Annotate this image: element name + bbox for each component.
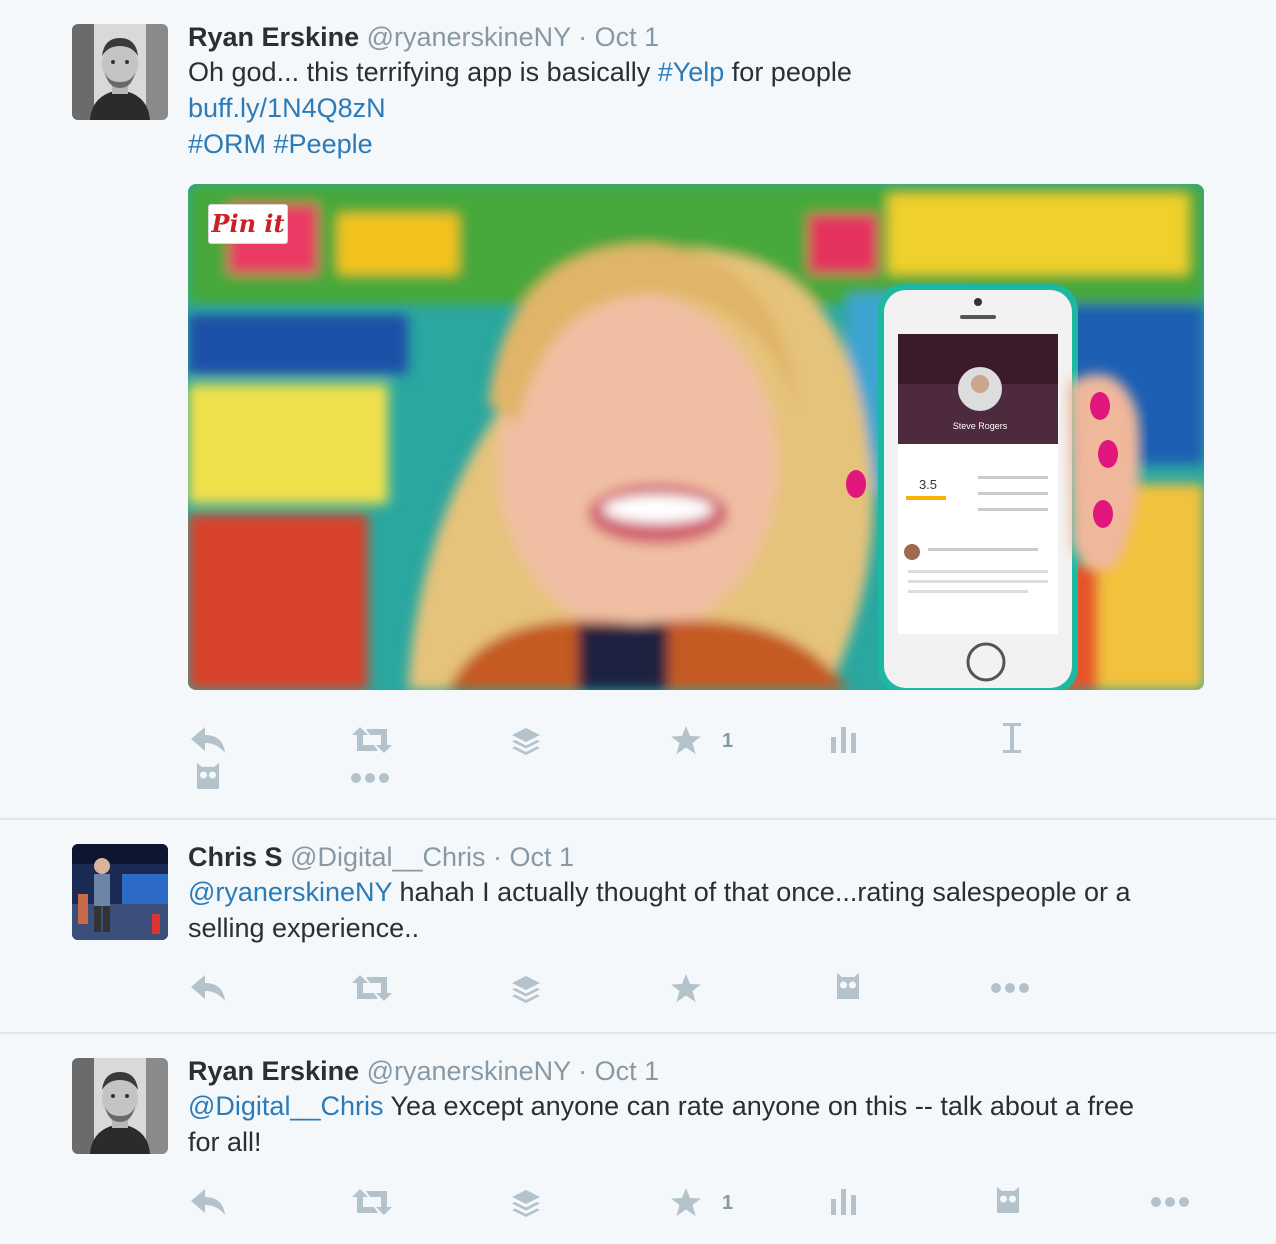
analytics-icon[interactable] (824, 1182, 864, 1222)
tweet-media-photo[interactable]: Steve Rogers 3.5 Pin it (188, 184, 1204, 690)
buffer-icon[interactable] (506, 722, 546, 762)
hashtag-orm[interactable]: #ORM (188, 129, 266, 159)
analytics-icon[interactable] (824, 720, 864, 760)
tweet-hashtags: #ORM #Peeple (188, 126, 1206, 162)
tweet-content: Ryan Erskine @ryanerskineNY · Oct 1 @Dig… (188, 1054, 1206, 1160)
retweet-icon[interactable] (352, 1182, 392, 1222)
tweet-text: Oh god... this terrifying app is basical… (188, 54, 1206, 90)
hashtag-yelp[interactable]: #Yelp (658, 57, 725, 87)
phone-profile-name: Steve Rogers (953, 421, 1008, 431)
mention[interactable]: @ryanerskineNY (188, 877, 392, 907)
more-icon[interactable] (1150, 1182, 1190, 1222)
author-name[interactable]: Ryan Erskine (188, 22, 359, 52)
owl-icon[interactable] (828, 966, 868, 1006)
author-handle[interactable]: @ryanerskineNY (367, 22, 571, 52)
pin-it-button[interactable]: Pin it (208, 204, 288, 244)
tweet-text-suffix: for people (724, 57, 852, 87)
separator: · (570, 22, 595, 52)
timestamp[interactable]: Oct 1 (595, 1056, 660, 1086)
tweet-header: Ryan Erskine @ryanerskineNY · Oct 1 (188, 20, 1206, 54)
favorite-count: 1 (722, 1192, 734, 1214)
hashtag-peeple[interactable]: #Peeple (274, 129, 373, 159)
buffer-icon[interactable] (506, 970, 546, 1010)
reply-icon[interactable] (188, 968, 228, 1008)
owl-icon[interactable] (188, 756, 228, 796)
avatar[interactable] (72, 24, 168, 120)
tweet-text: @Digital__Chris Yea except anyone can ra… (188, 1088, 1206, 1160)
owl-icon[interactable] (988, 1180, 1028, 1220)
more-icon[interactable] (350, 758, 390, 798)
tweet-text-line2: for all! (188, 1127, 262, 1157)
mention[interactable]: @Digital__Chris (188, 1091, 383, 1121)
separator: · (485, 842, 510, 872)
more-icon[interactable] (990, 968, 1030, 1008)
reply-icon[interactable] (188, 720, 228, 760)
buffer-icon[interactable] (506, 1184, 546, 1224)
retweet-icon[interactable] (352, 968, 392, 1008)
timestamp[interactable]: Oct 1 (595, 22, 660, 52)
tweet-header: Ryan Erskine @ryanerskineNY · Oct 1 (188, 1054, 1206, 1088)
separator: · (570, 1056, 595, 1086)
favorite-icon[interactable] (666, 1182, 706, 1222)
reply-icon[interactable] (188, 1182, 228, 1222)
tweet-header: Chris S @Digital__Chris · Oct 1 (188, 840, 1206, 874)
phone-rating: 3.5 (919, 477, 937, 492)
avatar[interactable] (72, 1058, 168, 1154)
favorite-icon[interactable] (666, 968, 706, 1008)
tweet-text-line1: Yea except anyone can rate anyone on thi… (383, 1091, 1134, 1121)
tweet-text: @ryanerskineNY hahah I actually thought … (188, 874, 1206, 946)
tweet-2[interactable]: Chris S @Digital__Chris · Oct 1 @ryaners… (0, 820, 1276, 1034)
tweet-text-line1: hahah I actually thought of that once...… (392, 877, 1131, 907)
tweet-text-line2: selling experience.. (188, 913, 420, 943)
author-handle[interactable]: @Digital__Chris (290, 842, 485, 872)
author-handle[interactable]: @ryanerskineNY (367, 1056, 571, 1086)
tweet-content: Chris S @Digital__Chris · Oct 1 @ryaners… (188, 840, 1206, 946)
author-name[interactable]: Chris S (188, 842, 283, 872)
tweet-1[interactable]: Ryan Erskine @ryanerskineNY · Oct 1 Oh g… (0, 0, 1276, 820)
tweet-content: Ryan Erskine @ryanerskineNY · Oct 1 Oh g… (188, 20, 1206, 162)
tweet-3[interactable]: Ryan Erskine @ryanerskineNY · Oct 1 @Dig… (0, 1034, 1276, 1244)
favorite-icon[interactable] (666, 720, 706, 760)
favorite-count: 1 (722, 730, 734, 752)
timestamp[interactable]: Oct 1 (510, 842, 575, 872)
tweet-text-prefix: Oh god... this terrifying app is basical… (188, 57, 658, 87)
author-name[interactable]: Ryan Erskine (188, 1056, 359, 1086)
tweet-link[interactable]: buff.ly/1N4Q8zN (188, 93, 386, 123)
retweet-icon[interactable] (352, 720, 392, 760)
tweet-link-line: buff.ly/1N4Q8zN (188, 90, 1206, 126)
text-cursor-icon[interactable] (992, 718, 1032, 758)
avatar[interactable] (72, 844, 168, 940)
